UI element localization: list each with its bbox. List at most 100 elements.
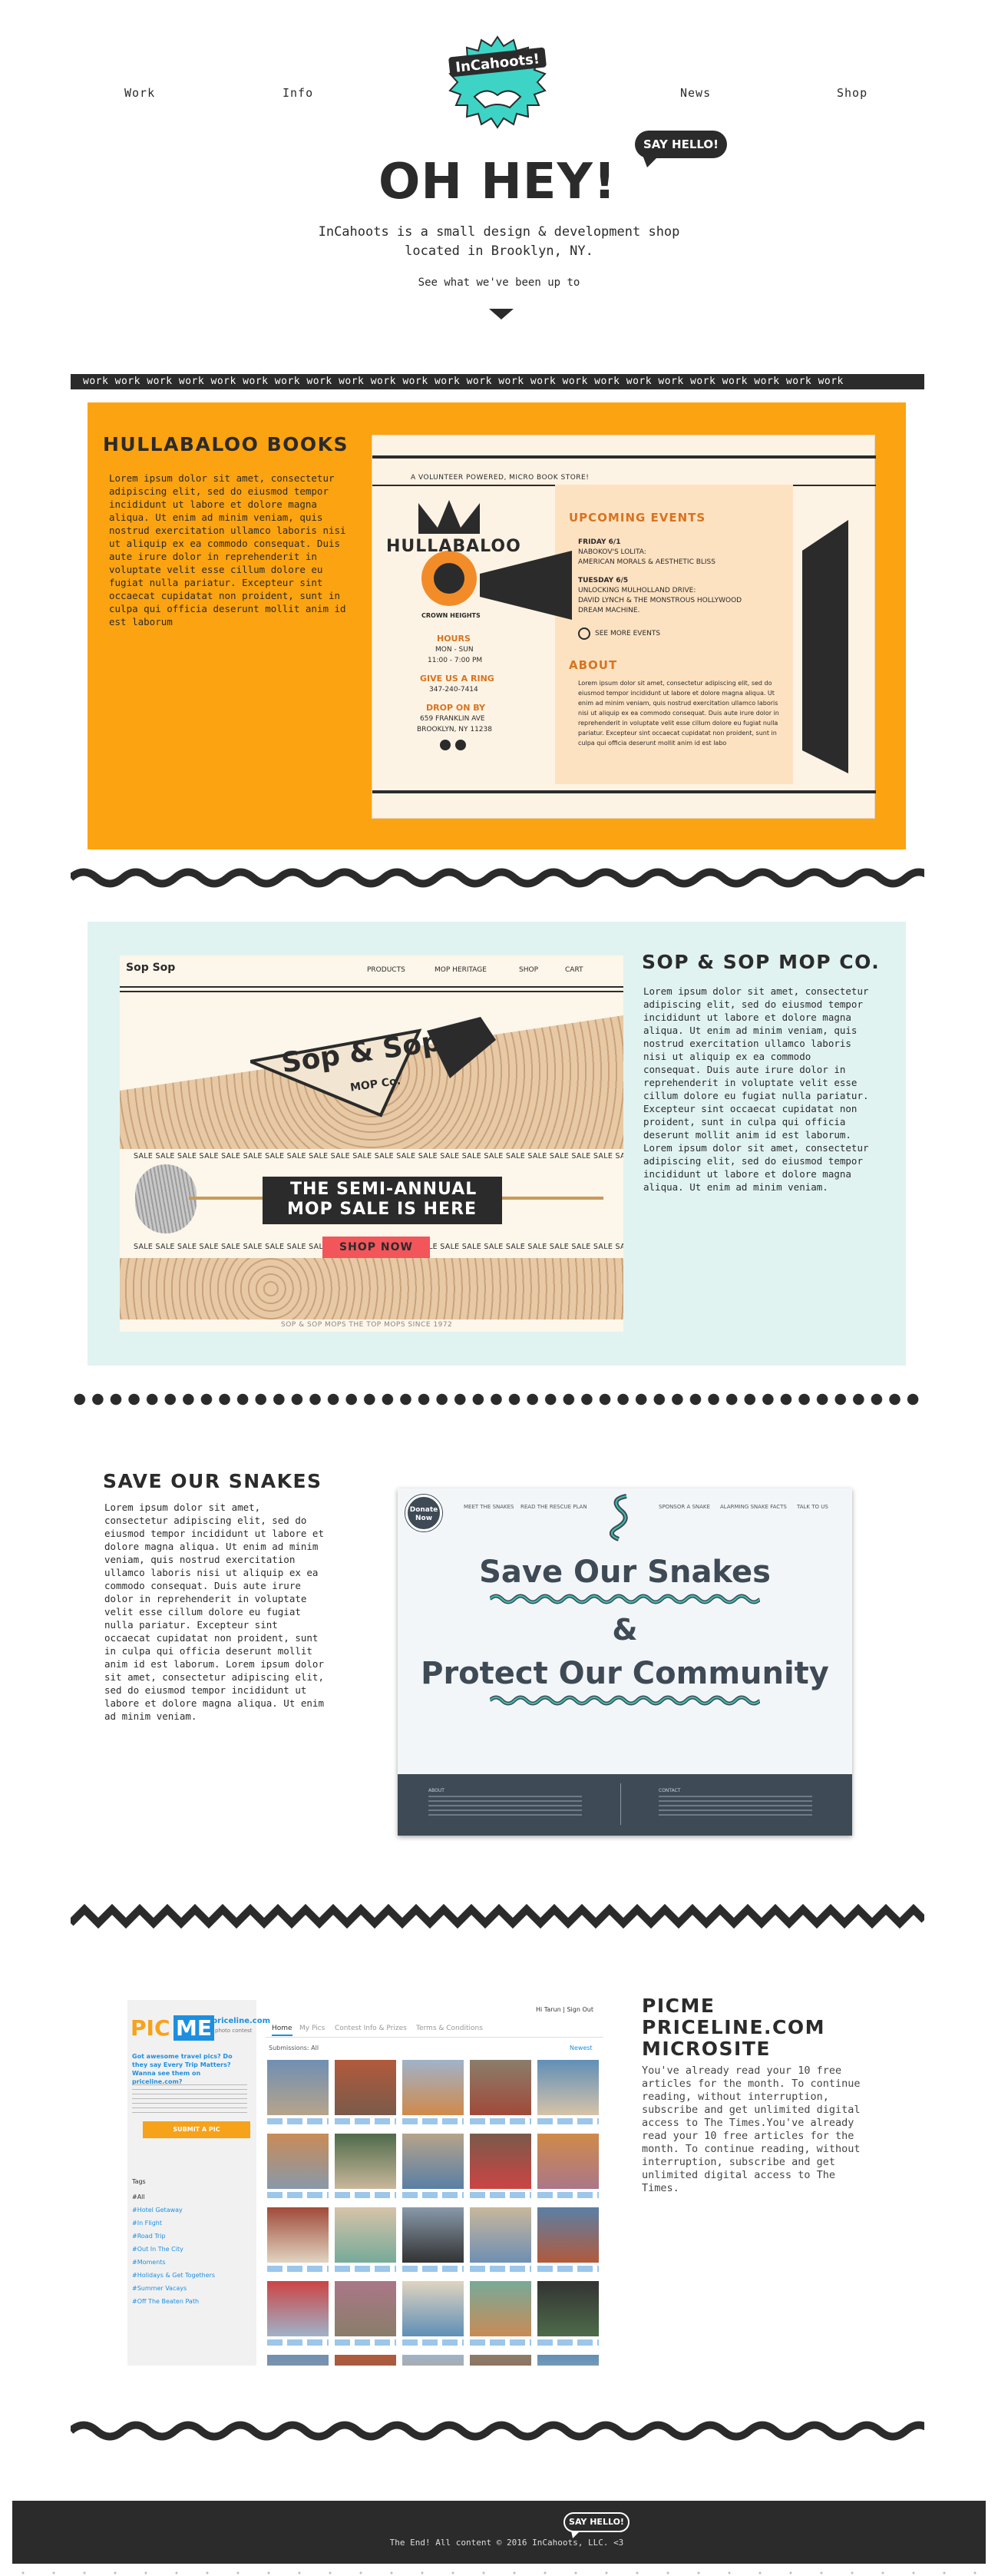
photo-tile[interactable] xyxy=(267,2355,329,2366)
picme-logo[interactable]: ME xyxy=(173,2015,214,2041)
mock-event-line: DAVID LYNCH & THE MONSTROUS HOLLYWOOD xyxy=(578,597,742,604)
tag-link[interactable]: #Summer Vacays xyxy=(132,2282,247,2295)
photo-tile[interactable] xyxy=(402,2060,464,2115)
user-greeting[interactable]: Hi Tarun | Sign Out xyxy=(536,2006,593,2013)
nav-news[interactable]: News xyxy=(680,86,711,100)
snakes-screenshot[interactable]: Donate Now MEET THE SNAKES READ THE RESC… xyxy=(398,1488,852,1836)
photo-tile[interactable] xyxy=(267,2060,329,2115)
mock-phone: 347-240-7414 xyxy=(429,686,478,694)
photo-tile[interactable] xyxy=(537,2134,599,2189)
mock-footer-title: CONTACT xyxy=(659,1788,681,1793)
photo-meta xyxy=(470,2266,531,2272)
footer-say-hello-button[interactable]: SAY HELLO! xyxy=(563,2512,630,2538)
mock-nav-shop[interactable]: SHOP xyxy=(519,966,538,974)
photo-tile[interactable] xyxy=(402,2134,464,2189)
mock-tagline: A VOLUNTEER POWERED, MICRO BOOK STORE! xyxy=(411,474,590,482)
sort-select[interactable]: Newest xyxy=(570,2045,593,2051)
wave-underline-icon xyxy=(490,1594,760,1604)
photo-tile[interactable] xyxy=(537,2281,599,2336)
facebook-icon[interactable] xyxy=(455,740,466,750)
nav-info[interactable]: Info xyxy=(283,86,313,100)
project-title-line: PICME xyxy=(642,1995,715,2017)
tag-link[interactable]: #All xyxy=(132,2190,247,2204)
down-arrow-icon[interactable] xyxy=(489,309,514,320)
photo-meta xyxy=(402,2266,464,2272)
twitter-icon[interactable] xyxy=(440,740,451,750)
site-footer xyxy=(12,2501,986,2564)
photo-tile[interactable] xyxy=(402,2355,464,2366)
tab-my-pics[interactable]: My Pics xyxy=(299,2025,325,2032)
photo-meta xyxy=(267,2192,329,2198)
say-hello-button[interactable]: SAY HELLO! xyxy=(635,131,727,171)
mock-logo: Sop Sop xyxy=(126,962,176,974)
picme-logo[interactable]: PIC xyxy=(131,2015,170,2041)
mock-about-body: Lorem ipsum dolor sit amet, consectetur … xyxy=(578,680,779,747)
logo-subtitle: photo contest xyxy=(215,2028,253,2034)
mock-nav-item[interactable]: READ THE RESCUE PLAN xyxy=(520,1504,587,1510)
photo-tile[interactable] xyxy=(470,2134,531,2189)
photo-meta xyxy=(537,2266,599,2272)
photo-tile[interactable] xyxy=(470,2355,531,2366)
photo-tile[interactable] xyxy=(537,2355,599,2366)
shop-now-button[interactable]: SHOP NOW xyxy=(322,1237,430,1258)
sopsop-screenshot[interactable]: Sop Sop PRODUCTS MOP HERITAGE SHOP CART … xyxy=(120,955,623,1332)
donate-button[interactable]: Donate Now xyxy=(405,1495,442,1531)
mock-nav-item[interactable]: ALARMING SNAKE FACTS xyxy=(720,1504,787,1510)
photo-tile[interactable] xyxy=(402,2281,464,2336)
photo-meta xyxy=(267,2118,329,2124)
picme-screenshot[interactable]: PIC ME priceline.com photo contest Got a… xyxy=(127,2000,608,2366)
dot-divider xyxy=(71,1393,924,1406)
mock-nav-item[interactable]: SPONSOR A SNAKE xyxy=(659,1504,710,1510)
tab-contest-info[interactable]: Contest Info & Prizes xyxy=(335,2025,407,2032)
tag-link[interactable]: #Out In The City xyxy=(132,2243,247,2256)
mock-see-more[interactable]: SEE MORE EVENTS xyxy=(595,630,660,637)
photo-meta xyxy=(402,2339,464,2346)
mock-hours-days: MON - SUN xyxy=(435,646,474,654)
nav-work[interactable]: Work xyxy=(124,86,155,100)
chevron-down-icon[interactable] xyxy=(578,627,590,640)
photo-meta xyxy=(470,2339,531,2346)
mock-sale-strip: SALE SALE SALE SALE SALE SALE SALE SALE … xyxy=(134,1152,623,1161)
photo-tile[interactable] xyxy=(335,2355,396,2366)
photo-tile[interactable] xyxy=(470,2060,531,2115)
see-work-link[interactable]: See what we've been up to xyxy=(345,276,653,289)
tag-link[interactable]: #In Flight xyxy=(132,2217,247,2230)
tag-link[interactable]: #Moments xyxy=(132,2256,247,2269)
photo-tile[interactable] xyxy=(335,2134,396,2189)
photo-tile[interactable] xyxy=(335,2281,396,2336)
tab-terms[interactable]: Terms & Conditions xyxy=(416,2025,483,2032)
mock-nav-products[interactable]: PRODUCTS xyxy=(367,966,405,974)
photo-tile[interactable] xyxy=(267,2207,329,2263)
hullabaloo-screenshot[interactable]: A VOLUNTEER POWERED, MICRO BOOK STORE! H… xyxy=(372,435,876,819)
tab-home[interactable]: Home xyxy=(272,2025,292,2036)
rule xyxy=(120,991,623,992)
tag-link[interactable]: #Holidays & Get Togethers xyxy=(132,2269,247,2282)
mock-nav-cart[interactable]: CART xyxy=(565,966,583,974)
nav-shop[interactable]: Shop xyxy=(837,86,867,100)
mock-nav-item[interactable]: MEET THE SNAKES xyxy=(464,1504,514,1510)
photo-tile[interactable] xyxy=(335,2207,396,2263)
photo-tile[interactable] xyxy=(537,2060,599,2115)
footer-say-hello-label: SAY HELLO! xyxy=(563,2512,630,2532)
tag-link[interactable]: #Road Trip xyxy=(132,2230,247,2243)
photo-tile[interactable] xyxy=(267,2134,329,2189)
photo-meta xyxy=(470,2192,531,2198)
mock-nav-item[interactable]: TALK TO US xyxy=(797,1504,828,1510)
submit-pic-button[interactable]: SUBMIT A PIC xyxy=(143,2121,250,2138)
wave-divider xyxy=(71,2421,924,2441)
photo-tile[interactable] xyxy=(537,2207,599,2263)
mock-nav-heritage[interactable]: MOP HERITAGE xyxy=(435,966,487,974)
zigzag-divider xyxy=(71,1903,924,1929)
photo-tile[interactable] xyxy=(402,2207,464,2263)
incahoots-logo[interactable]: InCahoots! xyxy=(432,34,563,134)
photo-tile[interactable] xyxy=(470,2281,531,2336)
photo-tile[interactable] xyxy=(335,2060,396,2115)
mock-address: BROOKLYN, NY 11238 xyxy=(417,726,492,733)
sale-banner: THE SEMI-ANNUAL MOP SALE IS HERE xyxy=(263,1177,502,1224)
tag-link[interactable]: #Hotel Getaway xyxy=(132,2204,247,2217)
photo-tile[interactable] xyxy=(267,2281,329,2336)
photo-tile[interactable] xyxy=(470,2207,531,2263)
bottom-rule xyxy=(372,790,876,793)
tag-link[interactable]: #Off The Beaten Path xyxy=(132,2295,247,2308)
priceline-logo: priceline.com xyxy=(212,2017,271,2025)
